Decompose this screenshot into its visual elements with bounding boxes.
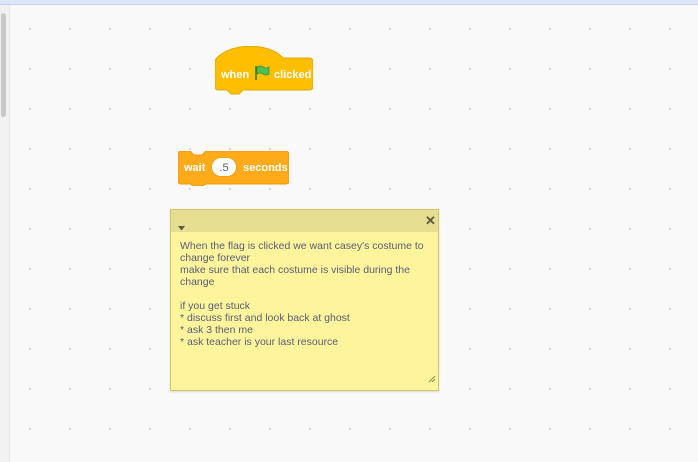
seconds-label: seconds [243,162,288,174]
close-icon[interactable]: ✕ [425,213,436,228]
vertical-scrollbar[interactable] [1,13,6,117]
comment-text[interactable]: When the flag is clicked we want casey's… [180,240,434,348]
resize-handle-icon[interactable] [428,370,436,388]
left-panel-edge [0,5,10,462]
when-label: when [221,69,250,81]
when-flag-clicked-block[interactable]: when clicked [215,46,313,96]
comment-header[interactable]: ✕ [171,210,438,232]
wait-label: wait [184,162,206,174]
wait-duration-input[interactable]: .5 [211,157,237,177]
chevron-down-icon[interactable] [178,218,185,236]
wait-seconds-block[interactable]: wait .5 seconds [178,151,289,186]
workspace-comment[interactable]: ✕ When the flag is clicked we want casey… [170,209,439,391]
clicked-label: clicked [274,69,312,81]
